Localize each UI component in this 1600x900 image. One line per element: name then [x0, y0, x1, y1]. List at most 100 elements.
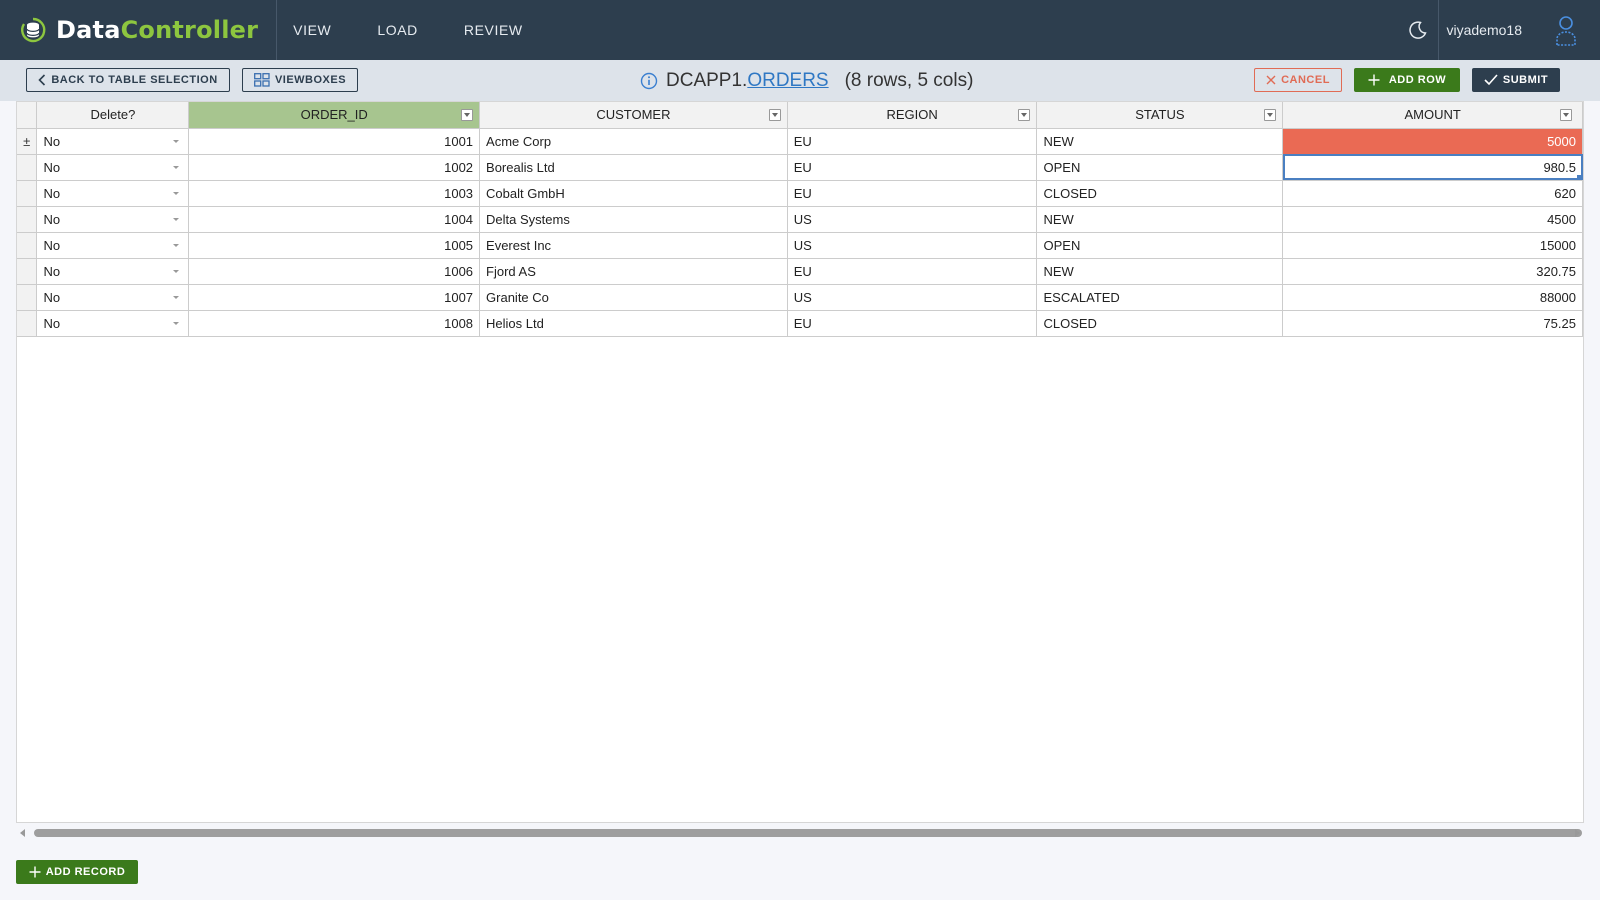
- scroll-left-arrow-icon[interactable]: [20, 829, 25, 837]
- row-header[interactable]: [17, 258, 38, 285]
- customer-cell[interactable]: Helios Ltd: [479, 310, 788, 337]
- header-row: Delete? ORDER_ID CUSTOMER REGION STATUS …: [17, 102, 1583, 129]
- status-cell[interactable]: CLOSED: [1036, 180, 1284, 207]
- customer-cell[interactable]: Cobalt GmbH: [479, 180, 788, 207]
- table-name-link[interactable]: ORDERS: [747, 70, 828, 92]
- status-cell[interactable]: OPEN: [1036, 232, 1284, 259]
- amount-cell[interactable]: 320.75: [1282, 258, 1583, 285]
- info-icon[interactable]: [640, 72, 658, 90]
- column-header-amount[interactable]: AMOUNT: [1282, 102, 1583, 129]
- customer-cell[interactable]: Everest Inc: [479, 232, 788, 259]
- region-cell[interactable]: EU: [787, 128, 1038, 155]
- status-cell[interactable]: NEW: [1036, 258, 1284, 285]
- customer-cell[interactable]: Delta Systems: [479, 206, 788, 233]
- column-header-label: REGION: [886, 107, 938, 123]
- column-filter-dropdown-icon[interactable]: [1018, 109, 1031, 121]
- status-cell[interactable]: ESCALATED: [1036, 284, 1284, 311]
- column-header-label: CUSTOMER: [596, 107, 671, 123]
- cancel-button[interactable]: CANCEL: [1254, 68, 1342, 92]
- submit-button[interactable]: SUBMIT: [1472, 68, 1560, 92]
- table-row: No 1005 Everest Inc US OPEN 15000: [17, 232, 1583, 259]
- add-record-button[interactable]: ADD RECORD: [16, 860, 138, 884]
- region-cell[interactable]: EU: [787, 154, 1038, 181]
- scrollbar-thumb[interactable]: [34, 829, 1582, 837]
- row-header[interactable]: [17, 310, 38, 337]
- customer-cell[interactable]: Fjord AS: [479, 258, 788, 285]
- column-header-delete[interactable]: Delete?: [36, 102, 190, 129]
- column-header-region[interactable]: REGION: [787, 102, 1038, 129]
- order-id-cell[interactable]: 1004: [188, 206, 481, 233]
- amount-cell-highlighted[interactable]: 5000: [1282, 128, 1583, 155]
- table-row: ± No 1001 Acme Corp EU NEW 5000: [17, 128, 1583, 155]
- status-cell[interactable]: CLOSED: [1036, 310, 1284, 337]
- order-id-cell[interactable]: 1003: [188, 180, 481, 207]
- nav-review[interactable]: REVIEW: [441, 0, 546, 60]
- horizontal-scrollbar[interactable]: [16, 825, 1584, 841]
- back-to-table-selection-button[interactable]: BACK TO TABLE SELECTION: [26, 68, 230, 92]
- delete-dropdown-cell[interactable]: No: [36, 284, 190, 311]
- column-filter-dropdown-icon[interactable]: [768, 109, 781, 121]
- add-record-label: ADD RECORD: [45, 866, 126, 878]
- row-header[interactable]: [17, 284, 38, 311]
- delete-dropdown-cell[interactable]: No: [36, 128, 190, 155]
- column-filter-dropdown-icon[interactable]: [461, 109, 474, 121]
- row-header[interactable]: [17, 180, 38, 207]
- region-cell[interactable]: EU: [787, 310, 1038, 337]
- data-grid[interactable]: Delete? ORDER_ID CUSTOMER REGION STATUS …: [16, 101, 1584, 823]
- username[interactable]: viyademo18: [1447, 22, 1523, 38]
- row-header[interactable]: [17, 154, 38, 181]
- column-header-status[interactable]: STATUS: [1036, 102, 1284, 129]
- amount-cell[interactable]: 4500: [1282, 206, 1583, 233]
- order-id-cell[interactable]: 1006: [188, 258, 481, 285]
- nav-load[interactable]: LOAD: [354, 0, 441, 60]
- region-cell[interactable]: US: [787, 206, 1038, 233]
- amount-cell[interactable]: 15000: [1282, 232, 1583, 259]
- table-title: DCAPP1. ORDERS (8 rows, 5 cols): [640, 60, 973, 101]
- delete-dropdown-cell[interactable]: No: [36, 206, 190, 233]
- delete-dropdown-cell[interactable]: No: [36, 154, 190, 181]
- amount-cell-selected[interactable]: 980.5: [1282, 154, 1583, 181]
- column-header-customer[interactable]: CUSTOMER: [479, 102, 788, 129]
- customer-cell[interactable]: Acme Corp: [479, 128, 788, 155]
- delete-dropdown-cell[interactable]: No: [36, 258, 190, 285]
- order-id-cell[interactable]: 1002: [188, 154, 481, 181]
- region-cell[interactable]: EU: [787, 258, 1038, 285]
- delete-dropdown-cell[interactable]: No: [36, 180, 190, 207]
- delete-dropdown-cell[interactable]: No: [36, 232, 190, 259]
- user-avatar-button[interactable]: [1546, 0, 1586, 60]
- column-header-order-id[interactable]: ORDER_ID: [188, 102, 481, 129]
- column-filter-dropdown-icon[interactable]: [1264, 109, 1277, 121]
- viewboxes-button[interactable]: VIEWBOXES: [242, 68, 358, 92]
- app-logo[interactable]: DataController: [0, 0, 278, 60]
- chevron-down-icon: [173, 243, 180, 247]
- amount-cell[interactable]: 75.25: [1282, 310, 1583, 337]
- order-id-cell[interactable]: 1005: [188, 232, 481, 259]
- order-id-cell[interactable]: 1008: [188, 310, 481, 337]
- column-filter-dropdown-icon[interactable]: [1560, 109, 1572, 121]
- status-cell[interactable]: OPEN: [1036, 154, 1284, 181]
- region-cell[interactable]: US: [787, 232, 1038, 259]
- customer-cell[interactable]: Granite Co: [479, 284, 788, 311]
- add-row-button[interactable]: ADD ROW: [1354, 68, 1460, 92]
- customer-cell[interactable]: Borealis Ltd: [479, 154, 788, 181]
- row-header[interactable]: [17, 206, 38, 233]
- amount-cell[interactable]: 620: [1282, 180, 1583, 207]
- row-header[interactable]: ±: [17, 128, 38, 155]
- amount-cell[interactable]: 88000: [1282, 284, 1583, 311]
- grid-view-icon: [253, 73, 270, 87]
- corner-header[interactable]: [17, 102, 38, 129]
- scroll-right-arrow-icon[interactable]: [1575, 829, 1580, 837]
- row-header[interactable]: [17, 232, 38, 259]
- delete-dropdown-cell[interactable]: No: [36, 310, 190, 337]
- chevron-down-icon: [173, 295, 180, 299]
- region-cell[interactable]: EU: [787, 180, 1038, 207]
- order-id-cell[interactable]: 1007: [188, 284, 481, 311]
- order-id-cell[interactable]: 1001: [188, 128, 481, 155]
- nav-view[interactable]: VIEW: [277, 0, 354, 60]
- database-logo-icon: [21, 17, 46, 43]
- fill-handle[interactable]: [1577, 174, 1581, 179]
- status-cell[interactable]: NEW: [1036, 128, 1284, 155]
- status-cell[interactable]: NEW: [1036, 206, 1284, 233]
- theme-toggle-button[interactable]: [1399, 0, 1439, 60]
- region-cell[interactable]: US: [787, 284, 1038, 311]
